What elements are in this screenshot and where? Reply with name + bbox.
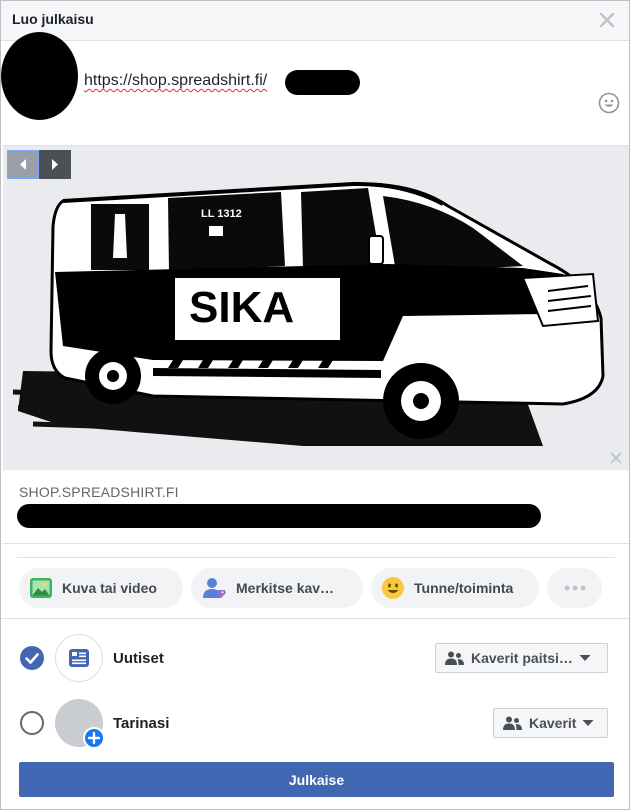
more-icon xyxy=(564,585,585,591)
carousel-prev-button[interactable] xyxy=(7,150,39,179)
share-news-feed-row: Uutiset Kaverit paitsi… xyxy=(1,633,629,683)
story-checkbox[interactable] xyxy=(20,711,44,735)
chevron-left-icon xyxy=(20,159,26,170)
dialog-header: Luo julkaisu xyxy=(1,1,629,41)
van-illustration: LL 1312 SIKA xyxy=(3,146,629,470)
close-icon[interactable] xyxy=(597,10,617,30)
preview-title-redacted xyxy=(17,504,541,528)
story-audience-label: Kaverit xyxy=(529,715,577,731)
emoji-icon[interactable] xyxy=(598,92,620,114)
dialog-title: Luo julkaisu xyxy=(12,11,94,27)
link-preview[interactable]: LL 1312 SIKA SHOP.SPREADSHIRT.FI xyxy=(3,145,629,544)
tag-friends-button[interactable]: Merkitse kav… xyxy=(191,568,363,608)
photo-video-label: Kuva tai video xyxy=(62,580,157,596)
story-audience-select[interactable]: Kaverit xyxy=(493,708,608,738)
preview-domain: SHOP.SPREADSHIRT.FI xyxy=(19,484,179,500)
dropdown-arrow-icon xyxy=(579,655,591,661)
news-feed-audience-label: Kaverit paitsi… xyxy=(471,650,573,666)
chevron-right-icon xyxy=(52,159,58,170)
news-feed-icon xyxy=(69,649,89,667)
dropdown-arrow-icon xyxy=(582,720,594,726)
user-avatar xyxy=(1,32,78,120)
friends-icon xyxy=(445,651,464,665)
post-text-input[interactable]: https://shop.spreadshirt.fi/ xyxy=(84,72,267,90)
more-options-button[interactable] xyxy=(547,568,602,608)
news-feed-label: Uutiset xyxy=(113,650,164,667)
vehicle-number-text: LL 1312 xyxy=(201,208,242,220)
share-story-row: Tarinasi Kaverit xyxy=(1,698,629,749)
photo-video-button[interactable]: Kuva tai video xyxy=(19,568,183,608)
preview-image: LL 1312 SIKA xyxy=(3,146,629,470)
news-feed-checkbox[interactable] xyxy=(20,646,44,670)
feeling-icon xyxy=(382,577,404,599)
tag-friends-icon xyxy=(203,578,226,598)
vehicle-side-text: SIKA xyxy=(189,283,294,332)
news-feed-audience-select[interactable]: Kaverit paitsi… xyxy=(435,643,608,673)
redacted-text xyxy=(285,70,360,95)
photo-icon xyxy=(30,578,52,598)
feeling-activity-label: Tunne/toiminta xyxy=(414,580,514,596)
post-text-url: https://shop.spreadshirt.fi/ xyxy=(84,72,268,89)
divider xyxy=(17,557,615,558)
add-story-icon xyxy=(83,727,105,749)
friends-icon xyxy=(503,716,522,730)
story-label: Tarinasi xyxy=(113,715,170,732)
create-post-dialog: Luo julkaisu https://shop.spreadshirt.fi… xyxy=(0,0,630,810)
tag-friends-label: Merkitse kav… xyxy=(236,580,335,596)
news-feed-icon-wrap xyxy=(55,634,103,682)
publish-button[interactable]: Julkaise xyxy=(19,762,614,797)
checkmark-icon xyxy=(25,653,39,664)
carousel-next-button[interactable] xyxy=(39,150,71,179)
feeling-activity-button[interactable]: Tunne/toiminta xyxy=(371,568,539,608)
divider xyxy=(1,618,629,619)
remove-image-icon[interactable] xyxy=(609,451,623,465)
